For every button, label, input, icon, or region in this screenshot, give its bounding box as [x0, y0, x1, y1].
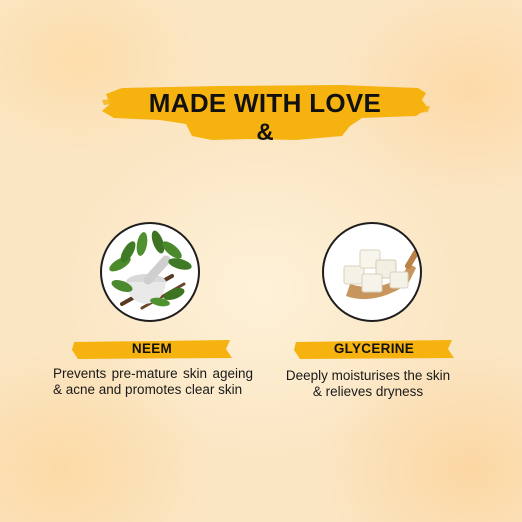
- neem-image: [100, 222, 200, 322]
- neem-label: NEEM: [131, 341, 173, 356]
- glycerine-image: [322, 222, 422, 322]
- neem-description: Prevents pre-mature skin ageing & acne a…: [53, 366, 253, 397]
- headline-banner: MADE WITH LOVE &: [100, 78, 430, 148]
- infographic-canvas: MADE WITH LOVE & NEEM GLYCERINE Prevents…: [0, 0, 522, 522]
- headline-ampersand: &: [256, 119, 274, 146]
- glycerine-description: Deeply moisturises the skin & relieves d…: [285, 368, 451, 399]
- glycerine-cubes-spoon-icon: [343, 243, 420, 300]
- headline-title: MADE WITH LOVE: [148, 88, 382, 118]
- neem-label-strip: NEEM: [72, 338, 232, 360]
- glycerine-label-strip: GLYCERINE: [294, 338, 454, 360]
- neem-leaves-mortar-icon: [109, 230, 192, 310]
- glycerine-label: GLYCERINE: [333, 341, 415, 356]
